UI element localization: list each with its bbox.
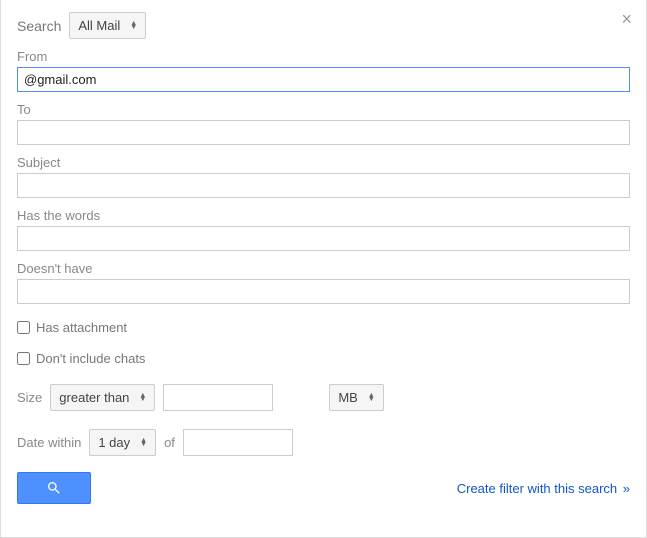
search-scope-select[interactable]: All Mail ▲▼ (69, 12, 146, 39)
to-label: To (17, 102, 630, 117)
date-within-label: Date within (17, 435, 81, 450)
has-words-input[interactable] (17, 226, 630, 251)
to-input[interactable] (17, 120, 630, 145)
has-words-label: Has the words (17, 208, 630, 223)
size-unit-select[interactable]: MB ▲▼ (329, 384, 383, 411)
close-button[interactable]: × (621, 10, 632, 28)
size-unit-value: MB (338, 390, 358, 405)
dont-include-chats-label: Don't include chats (36, 351, 145, 366)
search-options-panel: × Search All Mail ▲▼ From To Subject Has… (0, 0, 647, 538)
size-value-input[interactable] (163, 384, 273, 411)
has-attachment-label: Has attachment (36, 320, 127, 335)
create-filter-text: Create filter with this search (457, 481, 617, 496)
subject-label: Subject (17, 155, 630, 170)
dont-include-chats-checkbox[interactable] (17, 352, 30, 365)
bottom-row: Create filter with this search » (17, 472, 630, 504)
size-comparator-select[interactable]: greater than ▲▼ (50, 384, 155, 411)
updown-icon: ▲▼ (368, 394, 375, 402)
date-row: Date within 1 day ▲▼ of (17, 429, 630, 456)
search-scope-value: All Mail (78, 18, 120, 33)
updown-icon: ▲▼ (140, 439, 147, 447)
size-label: Size (17, 390, 42, 405)
date-range-value: 1 day (98, 435, 130, 450)
close-icon: × (621, 9, 632, 29)
create-filter-link[interactable]: Create filter with this search » (457, 481, 630, 496)
search-icon (46, 480, 62, 496)
from-input[interactable] (17, 67, 630, 92)
date-range-select[interactable]: 1 day ▲▼ (89, 429, 156, 456)
size-row: Size greater than ▲▼ MB ▲▼ (17, 384, 630, 411)
has-attachment-checkbox[interactable] (17, 321, 30, 334)
date-value-input[interactable] (183, 429, 293, 456)
has-attachment-row: Has attachment (17, 320, 630, 335)
from-label: From (17, 49, 630, 64)
doesnt-have-label: Doesn't have (17, 261, 630, 276)
updown-icon: ▲▼ (130, 22, 137, 30)
search-button[interactable] (17, 472, 91, 504)
dont-include-chats-row: Don't include chats (17, 351, 630, 366)
search-label: Search (17, 18, 61, 34)
size-comparator-value: greater than (59, 390, 129, 405)
doesnt-have-input[interactable] (17, 279, 630, 304)
search-scope-row: Search All Mail ▲▼ (17, 12, 630, 39)
updown-icon: ▲▼ (139, 394, 146, 402)
chevron-right-icon: » (623, 481, 630, 496)
subject-input[interactable] (17, 173, 630, 198)
date-of-label: of (164, 435, 175, 450)
